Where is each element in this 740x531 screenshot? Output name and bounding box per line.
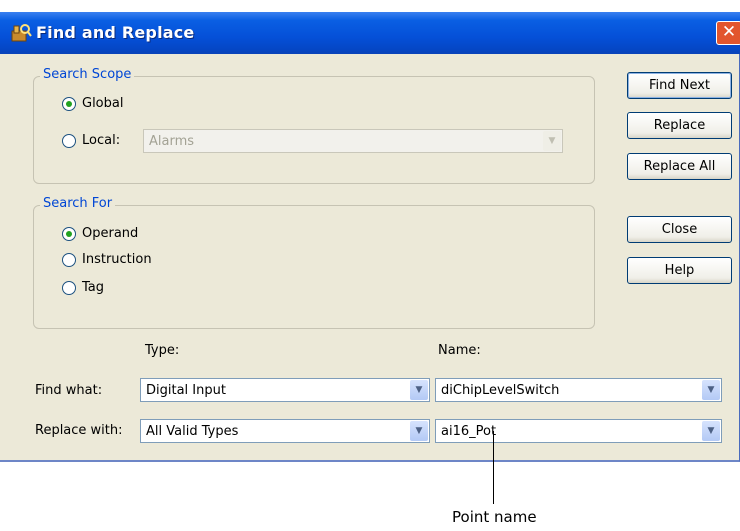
chevron-down-icon[interactable]: ▼ — [410, 380, 428, 400]
replace-name-value: ai16_Pot — [441, 424, 497, 439]
radio-local-label: Local: — [82, 133, 121, 148]
search-scope-label: Search Scope — [40, 67, 135, 82]
replace-type-combo[interactable]: All Valid Types ▼ — [140, 419, 430, 443]
window-title: Find and Replace — [36, 23, 195, 42]
find-replace-icon — [11, 24, 32, 42]
replace-name-combo[interactable]: ai16_Pot ▼ — [435, 419, 722, 443]
callout-point-name: Point name — [452, 508, 537, 526]
callout-line — [493, 431, 494, 504]
find-type-value: Digital Input — [146, 383, 226, 398]
radio-global[interactable]: Global — [62, 96, 123, 111]
radio-tag-label: Tag — [82, 280, 105, 295]
radio-global-indicator[interactable] — [62, 96, 76, 111]
close-button[interactable]: Close — [627, 216, 732, 243]
replace-all-button[interactable]: Replace All — [627, 153, 732, 180]
close-icon[interactable]: ✕ — [716, 21, 740, 45]
radio-local-indicator[interactable] — [62, 133, 76, 148]
radio-operand-indicator[interactable] — [62, 226, 76, 241]
radio-instruction[interactable]: Instruction — [62, 252, 152, 267]
chevron-down-icon[interactable]: ▼ — [543, 131, 561, 151]
search-for-label: Search For — [40, 196, 116, 211]
type-header: Type: — [145, 343, 180, 358]
radio-global-label: Global — [82, 96, 124, 111]
radio-instruction-label: Instruction — [82, 252, 152, 267]
radio-instruction-indicator[interactable] — [62, 252, 76, 267]
find-name-combo[interactable]: diChipLevelSwitch ▼ — [435, 378, 722, 402]
find-replace-dialog: Find and Replace ✕ Search Scope Global L… — [0, 12, 740, 462]
find-next-button[interactable]: Find Next — [627, 72, 732, 99]
radio-operand[interactable]: Operand — [62, 226, 138, 241]
replace-type-value: All Valid Types — [146, 424, 239, 439]
replace-button[interactable]: Replace — [627, 112, 732, 139]
local-scope-value: Alarms — [149, 134, 195, 149]
local-scope-combo[interactable]: Alarms ▼ — [143, 129, 563, 153]
search-for-group: Search For — [33, 196, 595, 329]
find-what-label: Find what: — [35, 383, 103, 398]
radio-local[interactable]: Local: — [62, 133, 120, 148]
chevron-down-icon[interactable]: ▼ — [410, 421, 428, 441]
radio-operand-label: Operand — [82, 226, 139, 241]
replace-with-label: Replace with: — [35, 423, 123, 438]
find-type-combo[interactable]: Digital Input ▼ — [140, 378, 430, 402]
help-button[interactable]: Help — [627, 257, 732, 284]
radio-tag-indicator[interactable] — [62, 280, 76, 295]
chevron-down-icon[interactable]: ▼ — [702, 380, 720, 400]
name-header: Name: — [438, 343, 481, 358]
title-bar[interactable]: Find and Replace ✕ — [0, 12, 740, 54]
chevron-down-icon[interactable]: ▼ — [702, 421, 720, 441]
radio-tag[interactable]: Tag — [62, 280, 104, 295]
find-name-value: diChipLevelSwitch — [441, 383, 560, 398]
